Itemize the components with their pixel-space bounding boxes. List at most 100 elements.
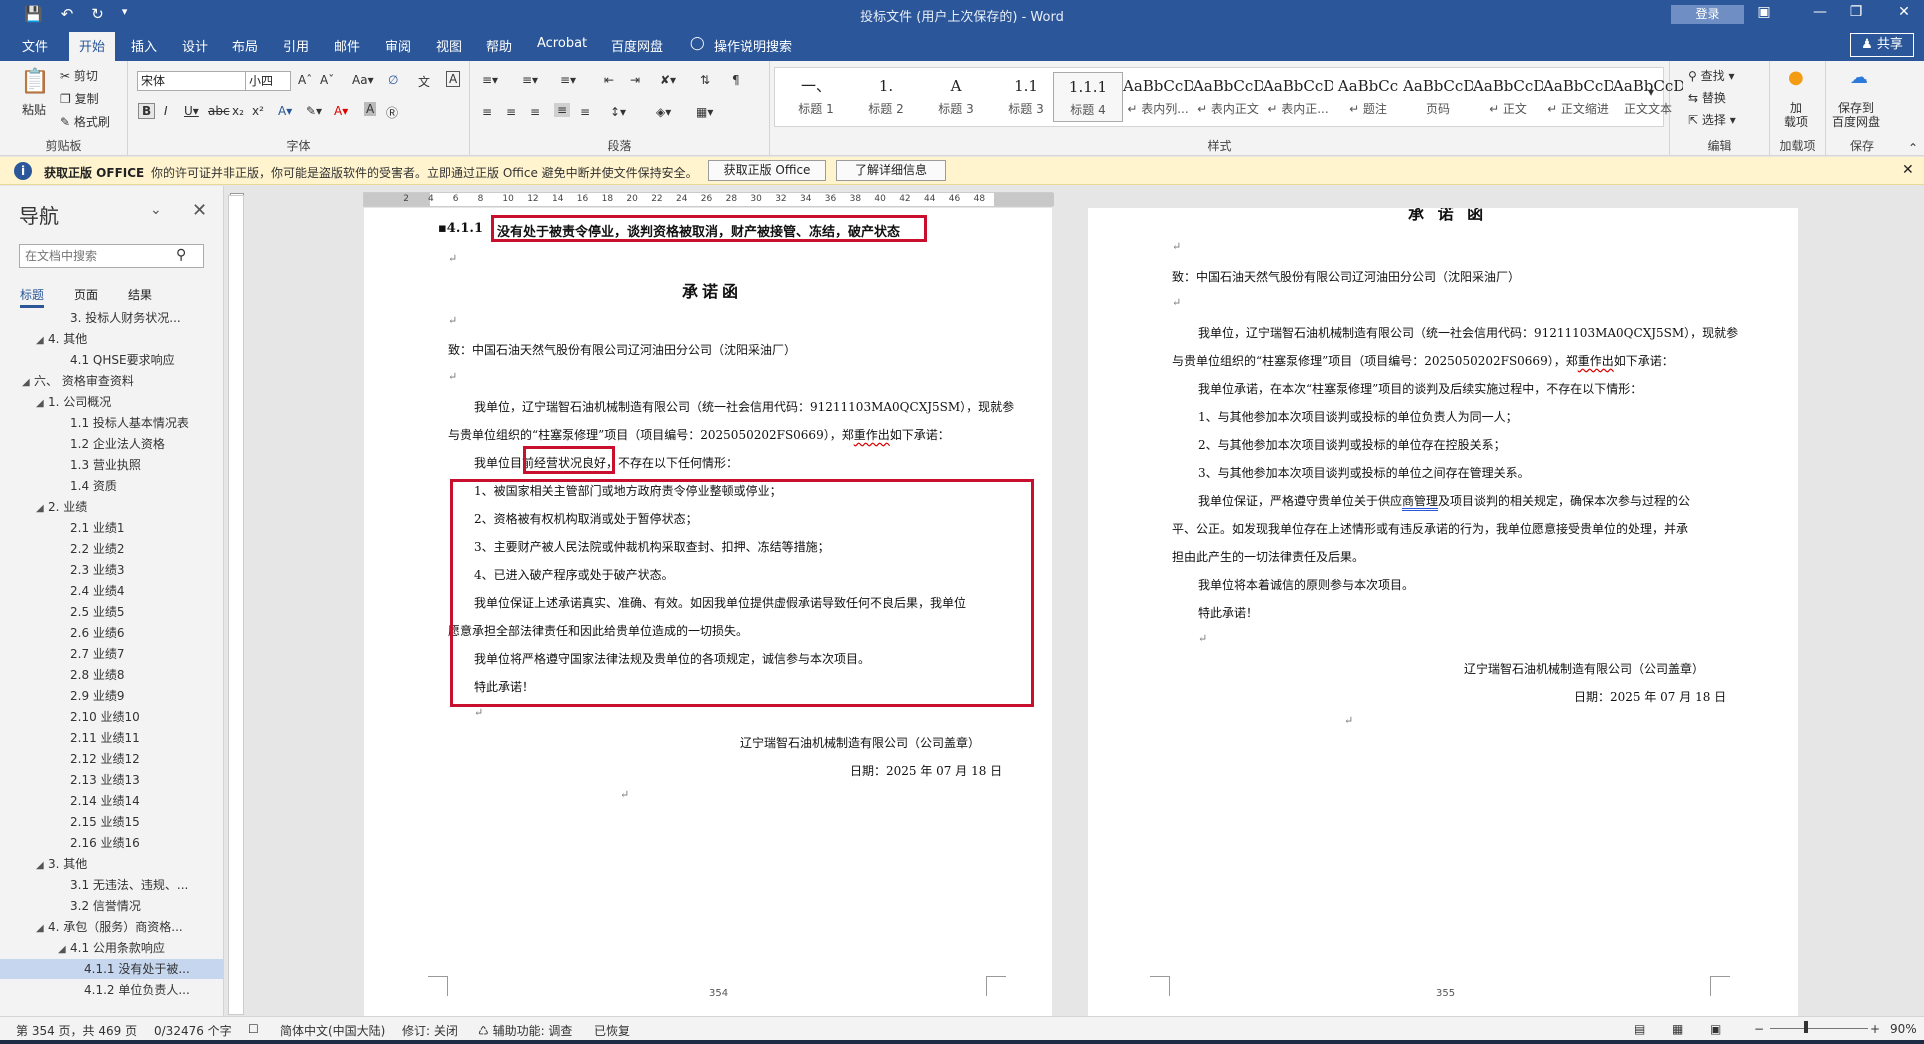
- format-painter-button[interactable]: ✎ 格式刷: [60, 113, 110, 130]
- read-mode-icon[interactable]: ▤: [1634, 1022, 1645, 1036]
- copy-button[interactable]: ❐ 复制: [60, 90, 99, 107]
- nav-heading-item[interactable]: 3. 投标人财务状况...: [0, 308, 224, 328]
- nav-heading-item[interactable]: 2.16 业绩16: [0, 833, 224, 853]
- nav-heading-item[interactable]: 2.6 业绩6: [0, 623, 224, 643]
- tab-design[interactable]: 设计: [182, 36, 208, 55]
- tab-file[interactable]: 文件: [22, 36, 48, 55]
- collapse-triangle-icon[interactable]: ◢: [36, 856, 48, 876]
- nav-heading-item[interactable]: 2.8 业绩8: [0, 665, 224, 685]
- style-item[interactable]: AaBbCcD ↵ 表内列...: [1123, 72, 1193, 122]
- tab-insert[interactable]: 插入: [131, 36, 157, 55]
- nav-heading-item[interactable]: 3.2 信誉情况: [0, 896, 224, 916]
- collapse-triangle-icon[interactable]: ◢: [36, 919, 48, 939]
- tab-mailings[interactable]: 邮件: [334, 36, 360, 55]
- zoom-level[interactable]: 90%: [1890, 1022, 1917, 1036]
- tab-help[interactable]: 帮助: [486, 36, 512, 55]
- zoom-in-icon[interactable]: +: [1870, 1022, 1880, 1036]
- nav-heading-item[interactable]: 2.5 业绩5: [0, 602, 224, 622]
- save-to-baidu-button[interactable]: 保存到 百度网盘: [1832, 101, 1880, 129]
- text-effects-icon[interactable]: A▾: [278, 104, 292, 118]
- nav-heading-item[interactable]: 2.2 业绩2: [0, 539, 224, 559]
- close-icon[interactable]: ✕: [1894, 4, 1914, 20]
- paste-button[interactable]: 粘贴: [22, 101, 46, 118]
- tab-home[interactable]: 开始: [69, 32, 116, 61]
- nav-heading-item[interactable]: 2.14 业绩14: [0, 791, 224, 811]
- print-layout-icon[interactable]: ▦: [1672, 1022, 1683, 1036]
- align-center-icon[interactable]: ≡: [506, 105, 516, 119]
- paste-icon[interactable]: 📋: [20, 67, 50, 95]
- shrink-font-icon[interactable]: Aˇ: [320, 73, 334, 87]
- nav-heading-item[interactable]: 4.1.2 单位负责人...: [0, 980, 224, 1000]
- align-right-icon[interactable]: ≡: [530, 105, 540, 119]
- highlight-icon[interactable]: ✎▾: [306, 104, 322, 118]
- get-genuine-button[interactable]: 获取正版 Office: [708, 160, 826, 181]
- decrease-indent-icon[interactable]: ⇤: [604, 73, 614, 87]
- close-icon[interactable]: ✕: [1902, 162, 1914, 178]
- proofing-icon[interactable]: ☐: [248, 1022, 259, 1036]
- login-button[interactable]: 登录: [1671, 5, 1744, 24]
- nav-heading-item[interactable]: 2.10 业绩10: [0, 707, 224, 727]
- nav-heading-item[interactable]: 2.13 业绩13: [0, 770, 224, 790]
- font-size-select[interactable]: 小四: [245, 71, 291, 91]
- collapse-triangle-icon[interactable]: ◢: [22, 373, 34, 393]
- superscript-icon[interactable]: x²: [252, 104, 264, 118]
- enclose-char-icon[interactable]: Ⓡ: [386, 104, 398, 121]
- vertical-ruler[interactable]: [228, 195, 244, 1015]
- share-button[interactable]: ♟ 共享: [1850, 33, 1914, 57]
- nav-heading-item[interactable]: 2.9 业绩9: [0, 686, 224, 706]
- document-area[interactable]: ▪4.1.1 没有处于被责令停业，谈判资格被取消，财产被接管、冻结，破产状态 ↵…: [246, 208, 1924, 1016]
- style-item[interactable]: 1.1.1 标题 4: [1053, 72, 1123, 122]
- multilevel-list-icon[interactable]: ≡▾: [560, 73, 576, 87]
- nav-heading-item[interactable]: 4.1.1 没有处于被...: [0, 959, 224, 979]
- nav-heading-item[interactable]: 1.4 资质: [0, 476, 224, 496]
- search-icon[interactable]: ⚲: [176, 247, 186, 263]
- nav-tab-results[interactable]: 结果: [128, 286, 152, 308]
- chevron-down-icon[interactable]: ⌄: [150, 202, 162, 218]
- nav-heading-item[interactable]: 2.3 业绩3: [0, 560, 224, 580]
- shading-icon[interactable]: ◈▾: [656, 105, 671, 119]
- zoom-out-icon[interactable]: −: [1754, 1022, 1764, 1036]
- char-border-icon[interactable]: A: [446, 71, 461, 87]
- nav-tab-headings[interactable]: 标题: [20, 286, 45, 308]
- style-item[interactable]: AaBbCcDdI ↵ 表内正...: [1263, 72, 1333, 122]
- language-status[interactable]: 简体中文(中国大陆): [280, 1022, 385, 1039]
- web-layout-icon[interactable]: ▣: [1710, 1022, 1721, 1036]
- phonetic-guide-icon[interactable]: 文: [418, 73, 430, 90]
- tab-baidu[interactable]: 百度网盘: [611, 36, 663, 55]
- page-355[interactable]: 承 诺 函 ↵ 致：中国石油天然气股份有限公司辽河油田分公司（沈阳采油厂） ↵ …: [1088, 208, 1798, 1016]
- nav-heading-item[interactable]: ◢ 1. 公司概况: [0, 392, 224, 412]
- cloud-icon[interactable]: ☁: [1850, 67, 1868, 88]
- change-case-icon[interactable]: Aa▾: [352, 73, 374, 87]
- char-shading-icon[interactable]: A: [364, 102, 377, 116]
- distributed-icon[interactable]: ≡: [580, 105, 590, 119]
- collapse-ribbon-icon[interactable]: ⌃: [1908, 141, 1918, 155]
- cut-button[interactable]: ✂ 剪切: [60, 67, 98, 84]
- ribbon-display-icon[interactable]: ▣: [1754, 4, 1774, 20]
- font-color-icon[interactable]: A▾: [334, 104, 348, 118]
- zoom-slider[interactable]: [1770, 1028, 1868, 1029]
- addins-icon[interactable]: ●: [1788, 67, 1804, 88]
- font-name-select[interactable]: 宋体: [137, 71, 247, 91]
- style-item[interactable]: AaBbCcDd ↵ 正文缩进: [1543, 72, 1613, 122]
- subscript-icon[interactable]: x₂: [232, 104, 244, 118]
- nav-heading-item[interactable]: ◢ 4. 承包（服务）商资格...: [0, 917, 224, 937]
- grow-font-icon[interactable]: Aˆ: [298, 73, 312, 87]
- spelling-flag[interactable]: 重作出: [854, 428, 890, 442]
- minimize-icon[interactable]: —: [1810, 4, 1830, 20]
- show-marks-icon[interactable]: ¶: [732, 73, 740, 87]
- nav-heading-item[interactable]: 1.1 投标人基本情况表: [0, 413, 224, 433]
- italic-icon[interactable]: I: [164, 104, 168, 118]
- accessibility-status[interactable]: ♺ 辅助功能: 调查: [478, 1022, 572, 1039]
- page-354[interactable]: ▪4.1.1 没有处于被责令停业，谈判资格被取消，财产被接管、冻结，破产状态 ↵…: [364, 208, 1052, 1016]
- numbering-icon[interactable]: ≡▾: [522, 73, 538, 87]
- nav-tab-pages[interactable]: 页面: [74, 286, 98, 308]
- clear-formatting-icon[interactable]: ∅: [388, 73, 398, 87]
- collapse-triangle-icon[interactable]: ◢: [36, 499, 48, 519]
- nav-heading-item[interactable]: 2.12 业绩12: [0, 749, 224, 769]
- styles-more-icon[interactable]: ▾: [1648, 85, 1654, 99]
- style-item[interactable]: AaBbCcDdI ↵ 表内正文: [1193, 72, 1263, 122]
- style-item[interactable]: A 标题 3: [921, 72, 991, 122]
- style-item[interactable]: AaBbCc ↵ 题注: [1333, 72, 1403, 122]
- grammar-flag[interactable]: 商管理: [1402, 494, 1438, 508]
- nav-heading-item[interactable]: 2.1 业绩1: [0, 518, 224, 538]
